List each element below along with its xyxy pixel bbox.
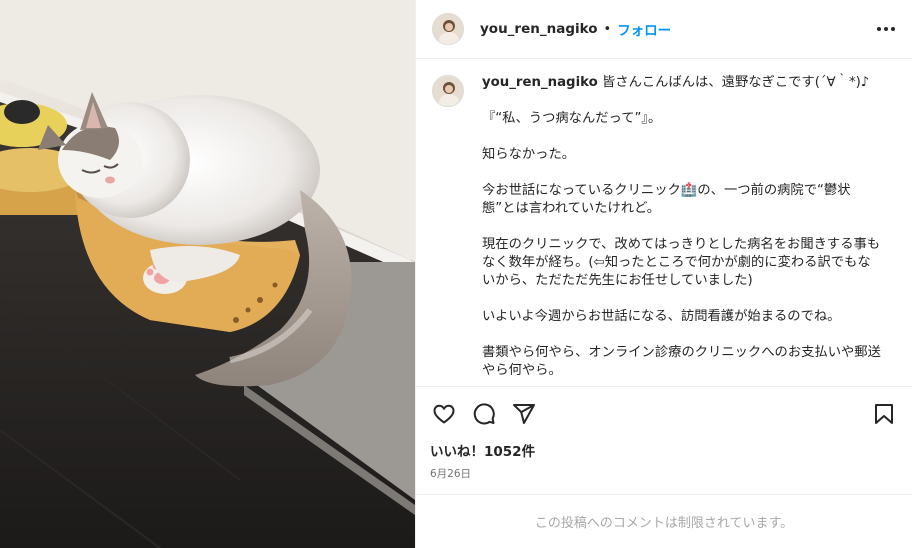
caption-paragraph: 『“私、うつ病なんだって”』。 — [482, 111, 662, 126]
follow-button[interactable]: フォロー — [617, 19, 671, 39]
post-details-panel: you_ren_nagiko • フォロー you_ren_nagiko 皆さん… — [415, 0, 912, 548]
share-button[interactable] — [510, 400, 538, 428]
avatar-image — [433, 14, 463, 44]
caption-paragraph: 知らなかった。 — [482, 147, 576, 162]
post-date[interactable]: 6月26日 — [430, 466, 898, 481]
caption-paragraph: 書類やら何やら、オンライン診療のクリニックへのお支払いや郵送やら何やら。 — [482, 345, 881, 378]
post-header: you_ren_nagiko • フォロー — [416, 0, 912, 59]
action-icons-row — [430, 387, 898, 441]
like-button[interactable] — [430, 400, 458, 428]
avatar[interactable] — [432, 13, 464, 45]
comment-button[interactable] — [470, 400, 498, 428]
save-button[interactable] — [870, 400, 898, 428]
caption-username[interactable]: you_ren_nagiko — [482, 75, 598, 90]
bookmark-icon — [875, 404, 893, 424]
more-horizontal-icon — [877, 27, 895, 31]
post-actions: いいね！1052件 6月26日 — [416, 386, 912, 494]
comment-icon — [473, 403, 495, 425]
caption-avatar[interactable] — [432, 75, 464, 107]
post-author-username[interactable]: you_ren_nagiko — [480, 21, 598, 37]
cat-photo-image — [0, 0, 415, 548]
caption-first-line: you_ren_nagiko 皆さんこんばんは、遠野なぎこです(´∀｀*)♪ — [482, 74, 882, 92]
caption-paragraph: いよいよ今週からお世話になる、訪問看護が始まるのでね。 — [482, 309, 841, 324]
caption-paragraph: 今お世話になっているクリニック🏥の、一つ前の病院で“鬱状態”とは言われていたけれ… — [482, 183, 851, 216]
separator-dot: • — [603, 21, 612, 37]
more-options-button[interactable] — [874, 17, 898, 41]
avatar-image — [433, 76, 463, 106]
comments-area[interactable]: you_ren_nagiko 皆さんこんばんは、遠野なぎこです(´∀｀*)♪ 『… — [416, 60, 912, 386]
likes-count[interactable]: いいね！1052件 — [430, 440, 898, 460]
comments-restricted-notice: この投稿へのコメントは制限されています。 — [416, 494, 912, 548]
share-icon — [513, 404, 535, 424]
caption-paragraph: 現在のクリニックで、改めてはっきりとした病名をお聞きする事もなく数年が経ち。(⇦… — [482, 237, 881, 288]
caption-greeting: 皆さんこんばんは、遠野なぎこです(´∀｀*)♪ — [597, 75, 870, 90]
post-photo — [0, 0, 415, 548]
heart-icon — [433, 404, 455, 424]
caption-text: you_ren_nagiko 皆さんこんばんは、遠野なぎこです(´∀｀*)♪ 『… — [482, 74, 882, 380]
caption-comment: you_ren_nagiko 皆さんこんばんは、遠野なぎこです(´∀｀*)♪ 『… — [432, 74, 896, 380]
